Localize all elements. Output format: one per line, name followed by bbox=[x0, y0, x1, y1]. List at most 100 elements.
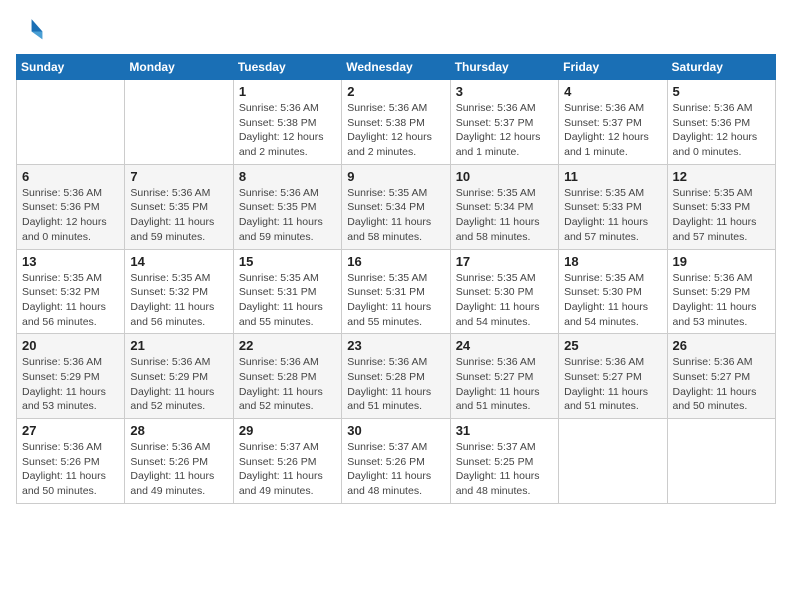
calendar-cell: 12 Sunrise: 5:35 AMSunset: 5:33 PMDayligh… bbox=[667, 164, 775, 249]
calendar-cell: 26Sunrise: 5:36 AMSunset: 5:27 PMDayligh… bbox=[667, 334, 775, 419]
calendar-cell: 25 Sunrise: 5:36 AMSunset: 5:27 PMDayligh… bbox=[559, 334, 667, 419]
calendar-header-row: SundayMondayTuesdayWednesdayThursdayFrid… bbox=[17, 55, 776, 80]
day-number: 27 bbox=[22, 423, 119, 438]
calendar-cell: 14 Sunrise: 5:35 AMSunset: 5:32 PMDayligh… bbox=[125, 249, 233, 334]
day-info: Sunrise: 5:36 AMSunset: 5:29 PMDaylight:… bbox=[22, 355, 119, 414]
calendar-week-row: 13 Sunrise: 5:35 AMSunset: 5:32 PMDayligh… bbox=[17, 249, 776, 334]
day-info: Sunrise: 5:35 AMSunset: 5:31 PMDaylight:… bbox=[347, 271, 444, 330]
calendar-cell: 30 Sunrise: 5:37 AMSunset: 5:26 PMDayligh… bbox=[342, 419, 450, 504]
day-info: Sunrise: 5:35 AMSunset: 5:30 PMDaylight:… bbox=[456, 271, 553, 330]
calendar-cell: 20 Sunrise: 5:36 AMSunset: 5:29 PMDayligh… bbox=[17, 334, 125, 419]
day-info: Sunrise: 5:35 AMSunset: 5:34 PMDaylight:… bbox=[456, 186, 553, 245]
page-header bbox=[16, 16, 776, 44]
day-number: 17 bbox=[456, 254, 553, 269]
weekday-header: Sunday bbox=[17, 55, 125, 80]
calendar-cell: 19 Sunrise: 5:36 AMSunset: 5:29 PMDayligh… bbox=[667, 249, 775, 334]
day-number: 14 bbox=[130, 254, 227, 269]
calendar-cell: 21 Sunrise: 5:36 AMSunset: 5:29 PMDayligh… bbox=[125, 334, 233, 419]
calendar-cell: 17 Sunrise: 5:35 AMSunset: 5:30 PMDayligh… bbox=[450, 249, 558, 334]
day-number: 8 bbox=[239, 169, 336, 184]
day-info: Sunrise: 5:36 AMSunset: 5:28 PMDaylight:… bbox=[347, 355, 444, 414]
day-number: 15 bbox=[239, 254, 336, 269]
day-number: 3 bbox=[456, 84, 553, 99]
calendar-cell: 11 Sunrise: 5:35 AMSunset: 5:33 PMDayligh… bbox=[559, 164, 667, 249]
weekday-header: Friday bbox=[559, 55, 667, 80]
calendar-cell bbox=[125, 80, 233, 165]
weekday-header: Tuesday bbox=[233, 55, 341, 80]
day-number: 20 bbox=[22, 338, 119, 353]
day-info: Sunrise: 5:36 AMSunset: 5:29 PMDaylight:… bbox=[130, 355, 227, 414]
day-number: 21 bbox=[130, 338, 227, 353]
day-number: 11 bbox=[564, 169, 661, 184]
calendar-cell: 9 Sunrise: 5:35 AMSunset: 5:34 PMDaylight… bbox=[342, 164, 450, 249]
calendar-cell: 24 Sunrise: 5:36 AMSunset: 5:27 PMDayligh… bbox=[450, 334, 558, 419]
calendar-cell: 16 Sunrise: 5:35 AMSunset: 5:31 PMDayligh… bbox=[342, 249, 450, 334]
day-number: 30 bbox=[347, 423, 444, 438]
day-info: Sunrise: 5:36 AMSunset: 5:29 PMDaylight:… bbox=[673, 271, 770, 330]
day-info: Sunrise: 5:36 AMSunset: 5:37 PMDaylight:… bbox=[456, 101, 553, 160]
calendar-cell: 13 Sunrise: 5:35 AMSunset: 5:32 PMDayligh… bbox=[17, 249, 125, 334]
calendar-cell bbox=[17, 80, 125, 165]
calendar-cell: 22 Sunrise: 5:36 AMSunset: 5:28 PMDayligh… bbox=[233, 334, 341, 419]
day-info: Sunrise: 5:36 AMSunset: 5:37 PMDaylight:… bbox=[564, 101, 661, 160]
day-info: Sunrise: 5:36 AMSunset: 5:36 PMDaylight:… bbox=[673, 101, 770, 160]
calendar-cell: 28 Sunrise: 5:36 AMSunset: 5:26 PMDayligh… bbox=[125, 419, 233, 504]
calendar-cell: 5Sunrise: 5:36 AMSunset: 5:36 PMDaylight… bbox=[667, 80, 775, 165]
day-number: 1 bbox=[239, 84, 336, 99]
day-info: Sunrise: 5:35 AMSunset: 5:31 PMDaylight:… bbox=[239, 271, 336, 330]
day-number: 23 bbox=[347, 338, 444, 353]
day-info: Sunrise: 5:36 AMSunset: 5:35 PMDaylight:… bbox=[130, 186, 227, 245]
calendar-week-row: 20 Sunrise: 5:36 AMSunset: 5:29 PMDayligh… bbox=[17, 334, 776, 419]
day-info: Sunrise: 5:35 AMSunset: 5:32 PMDaylight:… bbox=[130, 271, 227, 330]
calendar-cell: 1 Sunrise: 5:36 AMSunset: 5:38 PMDaylight… bbox=[233, 80, 341, 165]
day-number: 16 bbox=[347, 254, 444, 269]
day-info: Sunrise: 5:36 AMSunset: 5:27 PMDaylight:… bbox=[564, 355, 661, 414]
day-info: Sunrise: 5:36 AMSunset: 5:26 PMDaylight:… bbox=[130, 440, 227, 499]
calendar-cell: 8Sunrise: 5:36 AMSunset: 5:35 PMDaylight… bbox=[233, 164, 341, 249]
day-number: 4 bbox=[564, 84, 661, 99]
day-info: Sunrise: 5:36 AMSunset: 5:36 PMDaylight:… bbox=[22, 186, 119, 245]
calendar-cell: 31Sunrise: 5:37 AMSunset: 5:25 PMDayligh… bbox=[450, 419, 558, 504]
day-info: Sunrise: 5:35 AMSunset: 5:33 PMDaylight:… bbox=[564, 186, 661, 245]
day-number: 10 bbox=[456, 169, 553, 184]
day-number: 24 bbox=[456, 338, 553, 353]
calendar-cell: 2Sunrise: 5:36 AMSunset: 5:38 PMDaylight… bbox=[342, 80, 450, 165]
day-info: Sunrise: 5:35 AMSunset: 5:32 PMDaylight:… bbox=[22, 271, 119, 330]
day-number: 6 bbox=[22, 169, 119, 184]
day-info: Sunrise: 5:36 AMSunset: 5:28 PMDaylight:… bbox=[239, 355, 336, 414]
day-info: Sunrise: 5:36 AMSunset: 5:27 PMDaylight:… bbox=[673, 355, 770, 414]
day-info: Sunrise: 5:35 AMSunset: 5:33 PMDaylight:… bbox=[673, 186, 770, 245]
day-number: 18 bbox=[564, 254, 661, 269]
logo-icon bbox=[16, 16, 44, 44]
day-number: 13 bbox=[22, 254, 119, 269]
day-info: Sunrise: 5:36 AMSunset: 5:38 PMDaylight:… bbox=[347, 101, 444, 160]
calendar-cell: 29 Sunrise: 5:37 AMSunset: 5:26 PMDayligh… bbox=[233, 419, 341, 504]
day-number: 12 bbox=[673, 169, 770, 184]
weekday-header: Thursday bbox=[450, 55, 558, 80]
calendar-cell: 4 Sunrise: 5:36 AMSunset: 5:37 PMDaylight… bbox=[559, 80, 667, 165]
day-info: Sunrise: 5:37 AMSunset: 5:26 PMDaylight:… bbox=[239, 440, 336, 499]
day-number: 25 bbox=[564, 338, 661, 353]
calendar-cell: 10 Sunrise: 5:35 AMSunset: 5:34 PMDayligh… bbox=[450, 164, 558, 249]
day-number: 29 bbox=[239, 423, 336, 438]
calendar-week-row: 27 Sunrise: 5:36 AMSunset: 5:26 PMDayligh… bbox=[17, 419, 776, 504]
day-number: 28 bbox=[130, 423, 227, 438]
calendar-cell: 3 Sunrise: 5:36 AMSunset: 5:37 PMDaylight… bbox=[450, 80, 558, 165]
calendar-week-row: 6 Sunrise: 5:36 AMSunset: 5:36 PMDaylight… bbox=[17, 164, 776, 249]
day-info: Sunrise: 5:35 AMSunset: 5:30 PMDaylight:… bbox=[564, 271, 661, 330]
calendar-cell: 27 Sunrise: 5:36 AMSunset: 5:26 PMDayligh… bbox=[17, 419, 125, 504]
day-info: Sunrise: 5:36 AMSunset: 5:27 PMDaylight:… bbox=[456, 355, 553, 414]
calendar-cell: 7Sunrise: 5:36 AMSunset: 5:35 PMDaylight… bbox=[125, 164, 233, 249]
calendar-cell: 6 Sunrise: 5:36 AMSunset: 5:36 PMDaylight… bbox=[17, 164, 125, 249]
calendar-cell bbox=[559, 419, 667, 504]
day-number: 19 bbox=[673, 254, 770, 269]
day-info: Sunrise: 5:36 AMSunset: 5:38 PMDaylight:… bbox=[239, 101, 336, 160]
day-info: Sunrise: 5:36 AMSunset: 5:26 PMDaylight:… bbox=[22, 440, 119, 499]
calendar-cell bbox=[667, 419, 775, 504]
calendar-cell: 15 Sunrise: 5:35 AMSunset: 5:31 PMDayligh… bbox=[233, 249, 341, 334]
day-number: 22 bbox=[239, 338, 336, 353]
calendar-body: 1 Sunrise: 5:36 AMSunset: 5:38 PMDaylight… bbox=[17, 80, 776, 504]
day-info: Sunrise: 5:37 AMSunset: 5:26 PMDaylight:… bbox=[347, 440, 444, 499]
day-info: Sunrise: 5:35 AMSunset: 5:34 PMDaylight:… bbox=[347, 186, 444, 245]
day-number: 9 bbox=[347, 169, 444, 184]
